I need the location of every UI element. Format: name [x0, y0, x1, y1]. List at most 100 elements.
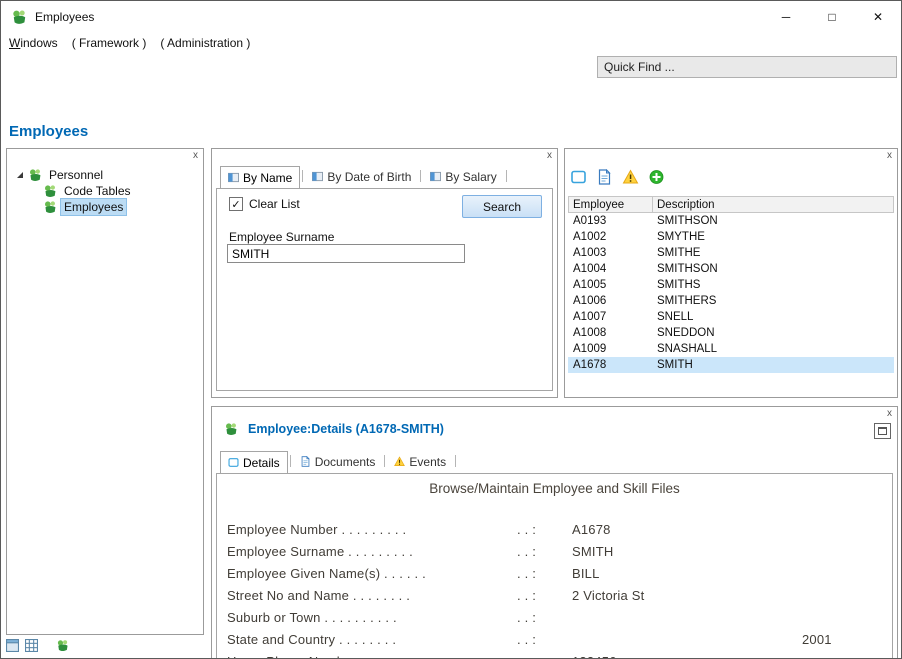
tree-expander-icon[interactable] [15, 170, 25, 180]
close-panel-icon[interactable]: x [547, 150, 552, 162]
details-view-icon[interactable] [570, 169, 587, 185]
app-icon [11, 9, 27, 25]
surname-label: Employee Surname [229, 230, 334, 244]
close-panel-icon[interactable]: x [193, 150, 198, 162]
description-cell: SMITHSON [652, 263, 894, 275]
close-button[interactable]: ✕ [855, 1, 901, 33]
tree-item-code-tables[interactable]: Code Tables [7, 183, 203, 199]
tab-by-name[interactable]: By Name [220, 166, 300, 188]
description-cell: SNELL [652, 311, 894, 323]
clear-list-checkbox[interactable]: ✓ [229, 197, 243, 211]
surname-input[interactable] [227, 244, 465, 263]
tab-documents[interactable]: Documents [293, 451, 383, 472]
table-row[interactable]: A1004SMITHSON [568, 261, 894, 277]
employee-fields: Employee Number . . . . . . . . . . . : … [217, 518, 892, 659]
employee-cell: A1002 [568, 231, 652, 243]
warning-icon[interactable] [622, 169, 639, 185]
employee-cell: A0193 [568, 215, 652, 227]
employee-table: Employee Description A0193SMITHSON A1002… [568, 196, 894, 373]
results-panel: x Employee Description A0193SMITHSON A10… [564, 148, 898, 398]
search-form: ✓ Clear List Search Employee Surname [216, 188, 553, 391]
table-row[interactable]: A1002SMYTHE [568, 229, 894, 245]
menu-framework[interactable]: ( Framework ) [72, 36, 147, 50]
layout-view-icon[interactable] [6, 639, 19, 652]
window-title: Employees [35, 10, 94, 24]
tab-separator [506, 170, 507, 182]
documents-tab-icon [300, 456, 311, 467]
tab-icon [430, 171, 441, 182]
tab-separator [302, 170, 303, 182]
tree-item-label: Employees [61, 199, 126, 215]
maximize-button[interactable]: □ [809, 1, 855, 33]
details-tabstrip: Details Documents Events [220, 451, 458, 473]
description-cell: SMITHSON [652, 215, 894, 227]
tab-separator [455, 455, 456, 467]
details-tab-icon [228, 457, 239, 468]
tab-separator [384, 455, 385, 467]
field-given-names: Employee Given Name(s) . . . . . . . . :… [217, 562, 892, 584]
employee-cell: A1007 [568, 311, 652, 323]
search-tabstrip: By Name By Date of Birth By Salary [220, 166, 509, 188]
field-label: Street No and Name . . . . . . . . [227, 588, 517, 603]
tab-events[interactable]: Events [387, 451, 453, 472]
table-row[interactable]: A0193SMITHSON [568, 213, 894, 229]
details-form: Browse/Maintain Employee and Skill Files… [216, 473, 893, 659]
column-header-description[interactable]: Description [653, 197, 893, 212]
minimize-button[interactable]: ─ [763, 1, 809, 33]
field-employee-number: Employee Number . . . . . . . . . . . : … [217, 518, 892, 540]
tab-label: By Name [243, 171, 292, 185]
maximize-panel-button[interactable] [874, 423, 891, 439]
field-value: A1678 [572, 522, 802, 537]
field-suburb: Suburb or Town . . . . . . . . . . . . : [217, 606, 892, 628]
tab-by-salary[interactable]: By Salary [423, 166, 503, 187]
table-row[interactable]: A1009SNASHALL [568, 341, 894, 357]
field-separator: . . : [517, 522, 572, 537]
table-row[interactable]: A1005SMITHS [568, 277, 894, 293]
tab-details[interactable]: Details [220, 451, 288, 473]
table-header: Employee Description [568, 196, 894, 213]
employee-cell: A1003 [568, 247, 652, 259]
tree-item-employees[interactable]: Employees [7, 199, 203, 215]
grid-view-icon[interactable] [25, 639, 38, 652]
field-value: BILL [572, 566, 802, 581]
tab-icon [228, 172, 239, 183]
tree-item-label: Personnel [46, 167, 106, 183]
maximize-glyph [878, 427, 887, 435]
employee-cell: A1008 [568, 327, 652, 339]
tree-item-personnel[interactable]: Personnel [7, 167, 203, 183]
table-row[interactable]: A1003SMITHE [568, 245, 894, 261]
search-panel: x By Name By Date of Birth By Salary ✓ C… [211, 148, 558, 398]
table-row[interactable]: A1007SNELL [568, 309, 894, 325]
field-extra: 2001 [802, 632, 892, 647]
details-title: Employee:Details (A1678-SMITH) [248, 422, 444, 436]
close-panel-icon[interactable]: x [887, 408, 892, 420]
field-employee-surname: Employee Surname . . . . . . . . . . . :… [217, 540, 892, 562]
table-row[interactable]: A1006SMITHERS [568, 293, 894, 309]
table-row[interactable]: A1008SNEDDON [568, 325, 894, 341]
column-header-employee[interactable]: Employee [569, 197, 653, 212]
field-label: State and Country . . . . . . . . [227, 632, 517, 647]
search-button[interactable]: Search [462, 195, 542, 218]
description-cell: SNEDDON [652, 327, 894, 339]
field-label: Employee Surname . . . . . . . . . [227, 544, 517, 559]
menu-windows[interactable]: Windows [9, 36, 58, 50]
field-separator: . . : [517, 544, 572, 559]
field-separator: . . : [517, 610, 572, 625]
close-panel-icon[interactable]: x [887, 150, 892, 162]
tab-by-date-of-birth[interactable]: By Date of Birth [305, 166, 418, 187]
quick-find-input[interactable] [597, 56, 897, 78]
title-bar: Employees ─ □ ✕ [1, 1, 901, 33]
status-green-icon[interactable] [56, 639, 69, 652]
page-title: Employees [9, 123, 88, 140]
menu-administration[interactable]: ( Administration ) [160, 36, 250, 50]
navigation-panel: x Personnel Code Tables Employees [6, 148, 204, 635]
results-toolbar [570, 164, 665, 190]
employee-cell: A1004 [568, 263, 652, 275]
field-home-phone: Home Phone Number . . . . . . . . . . : … [217, 650, 892, 659]
add-icon[interactable] [648, 169, 665, 185]
tab-label: Details [243, 456, 280, 470]
tab-label: By Salary [445, 170, 496, 184]
employee-cell: A1005 [568, 279, 652, 291]
table-row-selected[interactable]: A1678SMITH [568, 357, 894, 373]
document-icon[interactable] [596, 169, 613, 185]
